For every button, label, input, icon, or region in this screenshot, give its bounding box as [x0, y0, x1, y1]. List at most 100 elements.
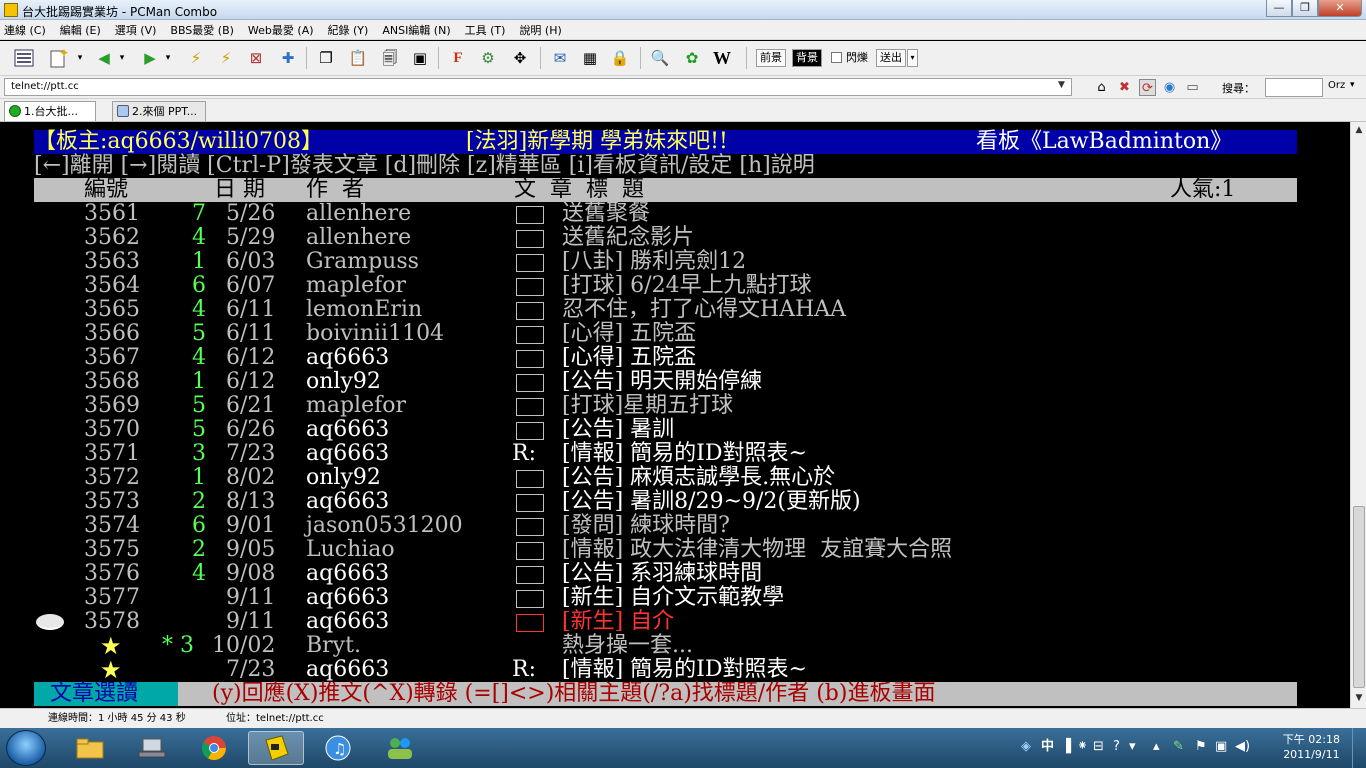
- scroll-down-icon[interactable]: ▼: [1353, 692, 1365, 704]
- post-row[interactable]: 3569 5 6/21 maplefor [打球]星期五打球: [0, 394, 1350, 418]
- search-engine-label[interactable]: Orz: [1328, 80, 1345, 91]
- back-icon[interactable]: ◀: [92, 47, 116, 69]
- volume-icon[interactable]: ◀): [1235, 739, 1250, 755]
- home-icon[interactable]: ⌂: [1093, 79, 1110, 96]
- select-all-icon[interactable]: ▣: [408, 47, 432, 69]
- post-row[interactable]: 3565 4 6/11 lemonErin 忍不住，打了心得文HAHAA: [0, 298, 1350, 322]
- punctuation-icon[interactable]: ⁕: [1077, 739, 1088, 755]
- send-mail-icon[interactable]: ✉: [548, 47, 572, 69]
- post-row[interactable]: 3577 9/11 aq6663 [新生] 自介文示範教學: [0, 586, 1350, 610]
- site-list-icon[interactable]: [12, 47, 36, 69]
- minimize-button[interactable]: —: [1266, 0, 1292, 17]
- font-icon[interactable]: F: [446, 47, 470, 69]
- menu-options[interactable]: 選項 (V): [115, 22, 157, 38]
- menu-ansi-edit[interactable]: ANSI編輯 (N): [382, 22, 450, 38]
- scroll-up-icon[interactable]: ▲: [1353, 124, 1365, 136]
- maximize-button[interactable]: ❐: [1292, 0, 1318, 17]
- post-row[interactable]: 3563 1 6/03 Grampuss [八卦] 勝利亮劍12: [0, 250, 1350, 274]
- scroll-thumb[interactable]: [1353, 506, 1365, 688]
- lock-icon[interactable]: 🔒: [608, 47, 632, 69]
- new-connection-icon[interactable]: ✦: [46, 47, 70, 69]
- send-dropdown-icon[interactable]: ▾: [907, 49, 918, 67]
- messenger-icon[interactable]: [372, 731, 428, 765]
- itunes-icon[interactable]: ♫: [310, 731, 366, 765]
- ime-indicator[interactable]: 中: [1041, 739, 1054, 755]
- keyboard-icon[interactable]: ▭: [1184, 79, 1201, 96]
- search-engine-dropdown-icon[interactable]: ▾: [1350, 80, 1355, 90]
- close-button[interactable]: ✕: [1318, 0, 1362, 17]
- tray-app-icon[interactable]: ✎: [1173, 739, 1184, 755]
- address-input[interactable]: telnet://ptt.cc: [4, 78, 1072, 96]
- disconnect-icon[interactable]: ⊠: [244, 47, 268, 69]
- ascii-art-icon[interactable]: ▦: [578, 47, 602, 69]
- terminal-scrollbar[interactable]: ▲ ▼: [1350, 122, 1366, 708]
- language-icon[interactable]: ◈: [1021, 739, 1031, 755]
- globe-icon[interactable]: ◉: [1161, 79, 1178, 96]
- post-row[interactable]: 3566 5 6/11 boivinii1104 [心得] 五院盃: [0, 322, 1350, 346]
- stop-icon[interactable]: ✖: [1116, 79, 1133, 96]
- fullscreen-icon[interactable]: ✥: [508, 47, 532, 69]
- post-row[interactable]: 3575 2 9/05 Luchiao [情報] 政大法律清大物理 友誼賽大合照: [0, 538, 1350, 562]
- network-icon[interactable]: ▣: [1215, 739, 1227, 755]
- post-row[interactable]: 3568 1 6/12 only92 [公告] 明天開始停練: [0, 370, 1350, 394]
- ime-menu-icon[interactable]: ▾: [1129, 739, 1136, 755]
- post-row[interactable]: 3567 4 6/12 aq6663 [心得] 五院盃: [0, 346, 1350, 370]
- reconnect-icon[interactable]: ⚡: [184, 47, 208, 69]
- menu-help[interactable]: 說明 (H): [519, 22, 561, 38]
- new-dropdown-icon[interactable]: ▾: [74, 47, 86, 69]
- menu-web-favorites[interactable]: Web最愛 (A): [248, 22, 314, 38]
- search-web-icon[interactable]: 🔍: [648, 47, 672, 69]
- pcman-taskbar-icon[interactable]: [248, 731, 304, 765]
- forward-icon[interactable]: ▶: [138, 47, 162, 69]
- tab-1[interactable]: 1.台大批...: [4, 101, 96, 121]
- reconnect-all-icon[interactable]: ⚡: [214, 47, 238, 69]
- address-dropdown-icon[interactable]: ▼: [1058, 80, 1065, 90]
- post-row[interactable]: 3570 5 6/26 aq6663 [公告] 暑訓: [0, 418, 1350, 442]
- paste-icon[interactable]: 📋: [346, 47, 370, 69]
- fullwidth-icon[interactable]: ▐: [1061, 739, 1071, 755]
- flower-icon[interactable]: ✿: [680, 47, 704, 69]
- post-row[interactable]: 3578 9/11 aq6663 [新生] 自介: [0, 610, 1350, 634]
- show-desktop-button[interactable]: [1352, 728, 1366, 768]
- wikipedia-icon[interactable]: W: [710, 47, 734, 69]
- chrome-icon[interactable]: [186, 731, 242, 765]
- refresh-icon[interactable]: ⟳: [1139, 79, 1156, 96]
- copy-icon[interactable]: ❐: [314, 47, 338, 69]
- ime-settings-icon[interactable]: ⊟: [1093, 739, 1104, 755]
- start-button[interactable]: [6, 730, 46, 766]
- foreground-color-button[interactable]: 前景: [756, 49, 786, 67]
- tray-expand-icon[interactable]: ▴: [1153, 739, 1160, 755]
- post-row[interactable]: 3571 3 7/23 aq6663 R: [情報] 簡易的ID對照表~: [0, 442, 1350, 466]
- ime-help-icon[interactable]: ?: [1113, 739, 1120, 755]
- background-color-button[interactable]: 背景: [792, 49, 822, 67]
- back-dropdown-icon[interactable]: ▾: [116, 47, 128, 69]
- post-row[interactable]: 3562 4 5/29 allenhere 送舊紀念影片: [0, 226, 1350, 250]
- post-date: 6/26: [226, 417, 276, 442]
- network-app-icon[interactable]: [124, 731, 180, 765]
- tab-2[interactable]: 2.來個 PPT...: [112, 101, 206, 121]
- clock[interactable]: 下午 02:18 2011/9/11: [1283, 732, 1340, 762]
- pinned-post-row[interactable]: ★ * 3 10/02 Bryt. 熱身操一套...: [0, 634, 1350, 659]
- menu-tools[interactable]: 工具 (T): [465, 22, 506, 38]
- menu-edit[interactable]: 編輯 (E): [60, 22, 101, 38]
- blink-checkbox[interactable]: [831, 52, 842, 63]
- post-row[interactable]: 3574 6 9/01 jason0531200 [發問] 練球時間?: [0, 514, 1350, 538]
- search-input[interactable]: [1265, 78, 1323, 97]
- menu-log[interactable]: 紀錄 (Y): [328, 22, 369, 38]
- copy-ansi-icon[interactable]: 🗐: [378, 47, 402, 69]
- pinned-post-row[interactable]: ★ 7/23 aq6663 R: [情報] 簡易的ID對照表~: [0, 658, 1350, 683]
- menu-bbs-favorites[interactable]: BBS最愛 (B): [170, 22, 234, 38]
- bbs-terminal[interactable]: 【板主:aq6663/willi0708】 [法羽]新學期 學弟妹來吧!! 看板…: [0, 122, 1350, 708]
- explorer-icon[interactable]: [62, 731, 118, 765]
- post-row[interactable]: 3576 4 9/08 aq6663 [公告] 系羽練球時間: [0, 562, 1350, 586]
- post-row[interactable]: 3573 2 8/13 aq6663 [公告] 暑訓8/29~9/2(更新版): [0, 490, 1350, 514]
- settings-gear-icon[interactable]: ⚙: [476, 47, 500, 69]
- send-button[interactable]: 送出: [876, 49, 906, 67]
- add-favorite-icon[interactable]: ✚: [276, 47, 300, 69]
- action-center-icon[interactable]: ⚑: [1195, 739, 1207, 755]
- forward-dropdown-icon[interactable]: ▾: [162, 47, 174, 69]
- post-row[interactable]: 3561 7 5/26 allenhere 送舊聚餐: [0, 202, 1350, 226]
- post-row[interactable]: 3564 6 6/07 maplefor [打球] 6/24早上九點打球: [0, 274, 1350, 298]
- menu-connection[interactable]: 連線 (C): [4, 22, 46, 38]
- post-row[interactable]: 3572 1 8/02 only92 [公告] 麻煩志誠學長.無心於: [0, 466, 1350, 490]
